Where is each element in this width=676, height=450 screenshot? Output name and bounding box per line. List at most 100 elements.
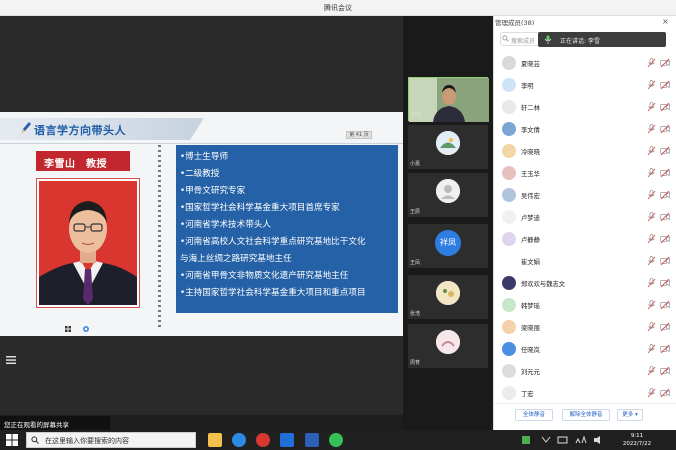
- participant-row[interactable]: 吴伟宏: [497, 184, 675, 206]
- participant-row[interactable]: 冷晓晓: [497, 140, 675, 162]
- speaking-indicator: 正在讲话: 李雪: [538, 32, 666, 47]
- participant-name: 任晓岚: [521, 347, 540, 354]
- camera-off-icon[interactable]: [660, 256, 670, 266]
- info-line: •二级教授: [180, 169, 220, 179]
- microphone-muted-icon[interactable]: [647, 388, 656, 398]
- menu-icon[interactable]: [5, 355, 17, 365]
- more-button[interactable]: 更多 ▾: [617, 409, 643, 421]
- camera-off-icon[interactable]: [660, 322, 670, 332]
- avatar: [502, 320, 516, 334]
- camera-off-icon[interactable]: [660, 278, 670, 288]
- participant-row[interactable]: 李文倩: [497, 118, 675, 140]
- microphone-muted-icon[interactable]: [647, 234, 656, 244]
- speaking-text: 正在讲话: 李雪: [560, 38, 600, 45]
- microphone-muted-icon[interactable]: [647, 212, 656, 222]
- avatar: [502, 166, 516, 180]
- microphone-muted-icon[interactable]: [647, 300, 656, 310]
- participant-name: 冷晓晓: [521, 149, 540, 156]
- word-icon[interactable]: [305, 433, 319, 447]
- video-tile-caption: 李雪: [411, 112, 422, 118]
- participant-row[interactable]: 郑欢欢与魏志文: [497, 272, 675, 294]
- microphone-muted-icon[interactable]: [647, 190, 656, 200]
- wechat-icon[interactable]: [329, 433, 343, 447]
- avatar: [502, 122, 516, 136]
- taskbar-search-input[interactable]: 在这里输入你要搜索的内容: [26, 432, 196, 448]
- participant-name: 崔文娟: [521, 259, 540, 266]
- close-icon[interactable]: ×: [662, 17, 672, 27]
- system-tray-icons[interactable]: [520, 434, 605, 446]
- participant-row[interactable]: 卢静静: [497, 228, 675, 250]
- speaker-name: 李雪山 教授: [44, 159, 107, 170]
- participant-row[interactable]: 丁宏: [497, 382, 675, 404]
- camera-off-icon[interactable]: [660, 102, 670, 112]
- app-icon[interactable]: [256, 433, 270, 447]
- info-line: •河南省甲骨文非物质文化遗产研究基地主任: [180, 271, 349, 281]
- clock-time: 9:11: [630, 433, 644, 439]
- camera-off-icon[interactable]: [660, 80, 670, 90]
- mute-all-button[interactable]: 全体静音: [515, 409, 553, 421]
- microphone-muted-icon[interactable]: [647, 366, 656, 376]
- participant-row[interactable]: 轩二林: [497, 96, 675, 118]
- camera-off-icon[interactable]: [660, 212, 670, 222]
- video-tile[interactable]: 王辰: [408, 173, 488, 217]
- avatar: 祥凤: [435, 230, 461, 256]
- camera-off-icon[interactable]: [660, 58, 670, 68]
- camera-off-icon[interactable]: [660, 366, 670, 376]
- info-line: •河南省学术技术带头人: [180, 220, 272, 230]
- microphone-muted-icon[interactable]: [647, 344, 656, 354]
- microphone-muted-icon[interactable]: [647, 124, 656, 134]
- participant-row[interactable]: 梁晓丽: [497, 316, 675, 338]
- microphone-muted-icon[interactable]: [647, 146, 656, 156]
- camera-off-icon[interactable]: [660, 344, 670, 354]
- participant-row[interactable]: 卢梦迪: [497, 206, 675, 228]
- microphone-muted-icon[interactable]: [647, 322, 656, 332]
- unmute-all-button[interactable]: 解除全体静音: [562, 409, 610, 421]
- camera-off-icon[interactable]: [660, 190, 670, 200]
- file-explorer-icon[interactable]: [208, 433, 222, 447]
- video-tile[interactable]: 周育: [408, 324, 488, 368]
- info-line: •主持国家哲学社会科学基金重大项目和重点项目: [180, 288, 366, 298]
- participant-name: 王玉华: [521, 171, 540, 178]
- video-tile[interactable]: 祥凤 王凤: [408, 224, 488, 268]
- video-tile[interactable]: 小嘉: [408, 125, 488, 169]
- participant-name: 刘元元: [521, 369, 540, 376]
- participant-row[interactable]: 王玉华: [497, 162, 675, 184]
- windows-start-icon[interactable]: [6, 434, 18, 446]
- avatar: [502, 276, 516, 290]
- window-title: 腾讯会议: [324, 4, 352, 12]
- participant-row[interactable]: 崔文娟: [497, 250, 675, 272]
- microphone-muted-icon[interactable]: [647, 256, 656, 266]
- speaker-name-box: 李雪山 教授: [36, 151, 130, 171]
- microphone-muted-icon[interactable]: [647, 80, 656, 90]
- camera-off-icon[interactable]: [660, 124, 670, 134]
- video-tile-active[interactable]: 李雪: [408, 77, 489, 122]
- info-line: •河南省高校人文社会科学重点研究基地比干文化: [180, 237, 366, 247]
- microphone-muted-icon[interactable]: [647, 58, 656, 68]
- taskbar-clock[interactable]: 9:11 2022/7/22: [612, 431, 662, 449]
- video-tile-caption: 小嘉: [410, 161, 421, 167]
- avatar: [502, 386, 516, 400]
- camera-off-icon[interactable]: [660, 388, 670, 398]
- video-tile[interactable]: 张浩: [408, 275, 488, 319]
- participant-row[interactable]: 刘元元: [497, 360, 675, 382]
- camera-off-icon[interactable]: [660, 300, 670, 310]
- microphone-muted-icon[interactable]: [647, 168, 656, 178]
- participant-row[interactable]: 韩梦瑶: [497, 294, 675, 316]
- microphone-muted-icon[interactable]: [647, 278, 656, 288]
- search-icon: [31, 436, 39, 444]
- participant-row[interactable]: 李明: [497, 74, 675, 96]
- slide-controls-icon[interactable]: [64, 325, 94, 333]
- tencent-meeting-icon[interactable]: [280, 433, 294, 447]
- participant-row[interactable]: 夏晓芸: [497, 52, 675, 74]
- avatar: [502, 188, 516, 202]
- avatar: [502, 144, 516, 158]
- edge-browser-icon[interactable]: [232, 433, 246, 447]
- microphone-muted-icon[interactable]: [647, 102, 656, 112]
- avatar: [502, 298, 516, 312]
- participant-row[interactable]: 任晓岚: [497, 338, 675, 360]
- video-tile-caption: 王凤: [410, 260, 421, 266]
- camera-off-icon[interactable]: [660, 146, 670, 156]
- participant-name: 卢梦迪: [521, 215, 540, 222]
- camera-off-icon[interactable]: [660, 168, 670, 178]
- camera-off-icon[interactable]: [660, 234, 670, 244]
